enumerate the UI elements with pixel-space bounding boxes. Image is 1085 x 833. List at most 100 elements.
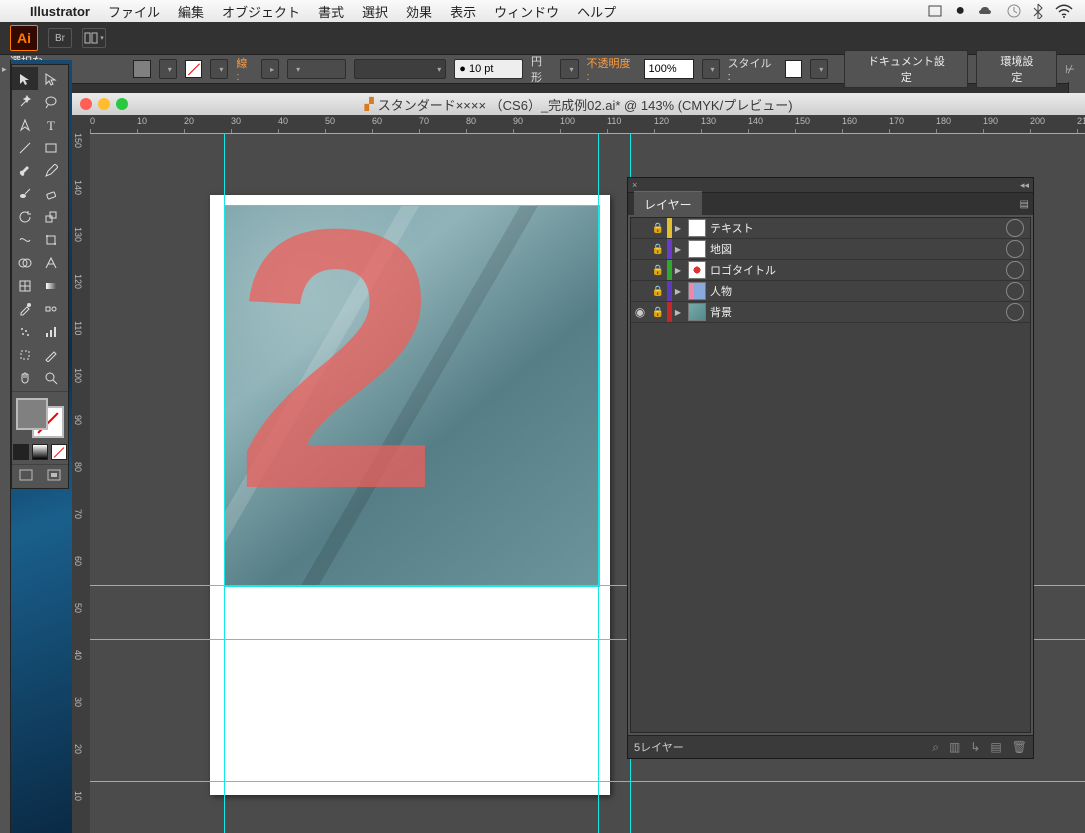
menu-select[interactable]: 選択: [362, 2, 388, 21]
doc-setup-button[interactable]: ドキュメント設定: [844, 50, 968, 88]
menu-effect[interactable]: 効果: [406, 2, 432, 21]
fill-dd[interactable]: ▾: [159, 59, 177, 79]
arrange-button[interactable]: ▾: [82, 28, 106, 48]
line-tool[interactable]: [12, 136, 38, 159]
layer-row[interactable]: 🔒 ▶ ロゴタイトル: [631, 260, 1030, 281]
layer-name[interactable]: テキスト: [710, 220, 1006, 236]
eraser-tool[interactable]: [38, 182, 64, 205]
sublayer-icon[interactable]: ↳: [970, 740, 980, 755]
bridge-button[interactable]: Br: [48, 28, 72, 48]
stroke-width-profile[interactable]: ● 10 pt: [454, 59, 523, 79]
slice-tool[interactable]: [38, 343, 64, 366]
visibility-toggle[interactable]: ◉: [631, 305, 649, 319]
lock-toggle[interactable]: 🔒: [649, 223, 667, 234]
hand-tool[interactable]: [12, 366, 38, 389]
free-transform-tool[interactable]: [38, 228, 64, 251]
draw-mode-icon[interactable]: [47, 469, 61, 484]
stroke-shape-dd[interactable]: ▾: [560, 59, 578, 79]
menu-type[interactable]: 書式: [318, 2, 344, 21]
paintbrush-tool[interactable]: [12, 159, 38, 182]
pencil-tool[interactable]: [38, 159, 64, 182]
layer-row[interactable]: 🔒 ▶ テキスト: [631, 218, 1030, 239]
mesh-tool[interactable]: [12, 274, 38, 297]
fill-stroke-picker[interactable]: [16, 398, 64, 438]
pen-tool[interactable]: [12, 113, 38, 136]
color-mode-none[interactable]: [51, 444, 67, 460]
gradient-tool[interactable]: [38, 274, 64, 297]
tray-clock-icon[interactable]: [1007, 4, 1021, 18]
locate-object-icon[interactable]: ⌕: [932, 740, 939, 755]
target-icon[interactable]: [1006, 282, 1024, 300]
target-icon[interactable]: [1006, 261, 1024, 279]
panel-collapse[interactable]: ◂◂: [1020, 180, 1029, 191]
ruler-horizontal[interactable]: 0102030405060708090100110120130140150160…: [90, 115, 1085, 134]
fill-swatch[interactable]: [133, 60, 151, 78]
lock-toggle[interactable]: 🔒: [649, 265, 667, 276]
menu-window[interactable]: ウィンドウ: [494, 2, 559, 21]
left-dock[interactable]: ▸: [0, 60, 11, 833]
graph-tool[interactable]: [38, 320, 64, 343]
screen-mode-icon[interactable]: [19, 469, 33, 484]
tray-cc-icon[interactable]: [977, 4, 995, 18]
expand-icon[interactable]: ▶: [672, 245, 684, 254]
layer-name[interactable]: 背景: [710, 304, 1006, 320]
perspective-tool[interactable]: [38, 251, 64, 274]
color-mode-gradient[interactable]: [32, 444, 48, 460]
tray-wifi-icon[interactable]: [1055, 4, 1073, 18]
guide-h[interactable]: [90, 133, 1085, 134]
selection-tool[interactable]: [12, 67, 38, 90]
opacity-input[interactable]: 100%: [644, 59, 694, 79]
layers-tab[interactable]: レイヤー: [634, 191, 702, 217]
blob-brush-tool[interactable]: [12, 182, 38, 205]
tray-icon[interactable]: [927, 4, 943, 18]
style-dd[interactable]: ▾: [810, 59, 828, 79]
target-icon[interactable]: [1006, 219, 1024, 237]
menu-file[interactable]: ファイル: [108, 2, 160, 21]
delete-layer-icon[interactable]: 🗑: [1012, 740, 1027, 755]
opacity-label[interactable]: 不透明度 :: [587, 55, 636, 83]
expand-icon[interactable]: ▶: [672, 287, 684, 296]
artboard-tool[interactable]: [12, 343, 38, 366]
width-tool[interactable]: [12, 228, 38, 251]
symbol-sprayer-tool[interactable]: [12, 320, 38, 343]
ruler-vertical[interactable]: 1501401301201101009080706050403020100: [72, 133, 91, 833]
layer-row[interactable]: 🔒▶地図: [631, 239, 1030, 260]
tray-dot-icon[interactable]: ●: [955, 2, 965, 20]
app-name[interactable]: Illustrator: [30, 4, 90, 19]
fill-color[interactable]: [16, 398, 48, 430]
tray-bluetooth-icon[interactable]: [1033, 3, 1043, 19]
expand-icon[interactable]: ▶: [672, 266, 684, 275]
stroke-swatch[interactable]: [185, 60, 203, 78]
document-titlebar[interactable]: ▞スタンダード×××× （CS6）_完成例02.ai* @ 143% (CMYK…: [72, 93, 1085, 116]
align-icon[interactable]: ⊬: [1065, 63, 1075, 76]
style-swatch[interactable]: [785, 60, 803, 78]
window-close[interactable]: [80, 98, 92, 110]
menu-view[interactable]: 表示: [450, 2, 476, 21]
ai-logo[interactable]: Ai: [10, 25, 38, 51]
magic-wand-tool[interactable]: [12, 90, 38, 113]
type-tool[interactable]: T: [38, 113, 64, 136]
guide-h[interactable]: [90, 781, 1085, 782]
menu-object[interactable]: オブジェクト: [222, 2, 300, 21]
color-mode-solid[interactable]: [13, 444, 29, 460]
lasso-tool[interactable]: [38, 90, 64, 113]
target-icon[interactable]: [1006, 303, 1024, 321]
scale-tool[interactable]: [38, 205, 64, 228]
expand-icon[interactable]: ▶: [672, 224, 684, 233]
layer-name[interactable]: ロゴタイトル: [710, 262, 1006, 278]
target-icon[interactable]: [1006, 240, 1024, 258]
zoom-tool[interactable]: [38, 366, 64, 389]
layer-name[interactable]: 地図: [710, 241, 1006, 257]
lock-toggle[interactable]: 🔒: [649, 307, 667, 318]
layer-name[interactable]: 人物: [710, 283, 1006, 299]
rectangle-tool[interactable]: [38, 136, 64, 159]
window-zoom[interactable]: [116, 98, 128, 110]
prefs-button[interactable]: 環境設定: [976, 50, 1057, 88]
panel-menu-icon[interactable]: ▤: [1020, 199, 1029, 210]
layer-row[interactable]: 🔒▶人物: [631, 281, 1030, 302]
stroke-label[interactable]: 線 :: [236, 55, 253, 83]
rotate-tool[interactable]: [12, 205, 38, 228]
panel-close[interactable]: ×: [632, 180, 637, 190]
window-minimize[interactable]: [98, 98, 110, 110]
layer-row[interactable]: ◉🔒▶背景: [631, 302, 1030, 323]
